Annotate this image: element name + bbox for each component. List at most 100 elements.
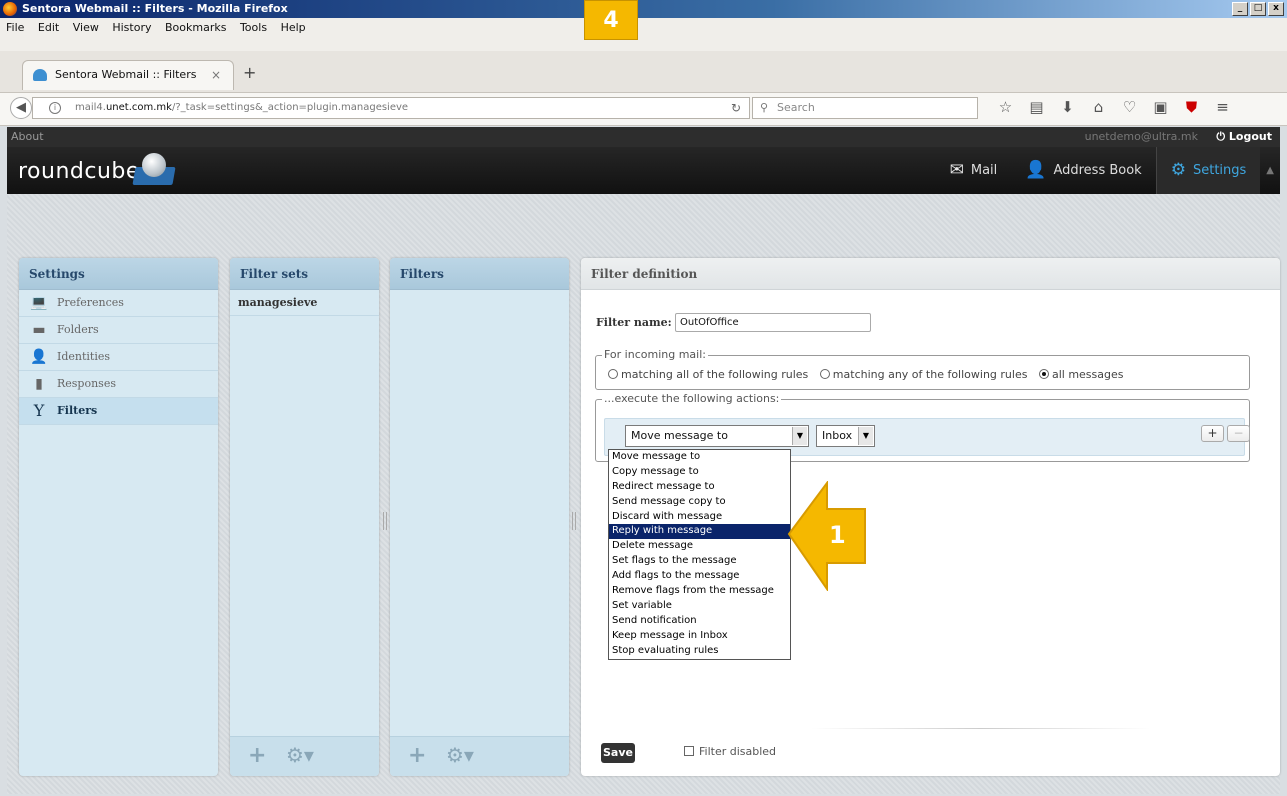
maximize-button[interactable]: □: [1250, 2, 1266, 16]
callout-arrow-icon: [787, 481, 866, 591]
settings-item-identities[interactable]: 👤 Identities: [19, 344, 218, 371]
back-button[interactable]: ◀: [10, 97, 32, 119]
roundcube-logo[interactable]: roundcube: [18, 159, 140, 184]
url-path: /?_task=settings&_action=plugin.managesi…: [171, 102, 409, 113]
settings-item-preferences[interactable]: 💻 Preferences: [19, 290, 218, 317]
settings-item-responses[interactable]: ▮ Responses: [19, 371, 218, 398]
step-badge: 4: [584, 0, 638, 40]
about-link[interactable]: About: [11, 130, 44, 143]
menu-tools[interactable]: Tools: [240, 21, 267, 34]
menu-icon[interactable]: ≡: [1207, 98, 1238, 116]
close-window-button[interactable]: x: [1268, 2, 1284, 16]
task-addressbook-label: Address Book: [1053, 163, 1142, 178]
dropdown-option[interactable]: Keep message in Inbox: [609, 629, 790, 644]
dropdown-option[interactable]: Delete message: [609, 539, 790, 554]
filter-definition-title: Filter definition: [581, 258, 1280, 290]
screenshot-icon[interactable]: ▣: [1145, 98, 1176, 116]
callout-number: 1: [829, 521, 846, 549]
taskbar-toggle[interactable]: ▲: [1260, 147, 1280, 194]
all-messages-label: all messages: [1051, 368, 1124, 381]
gear-icon: ⚙: [1170, 160, 1186, 180]
menubar: File Edit View History Bookmarks Tools H…: [0, 18, 1287, 51]
filter-icon: Y: [33, 401, 45, 420]
dropdown-option[interactable]: Remove flags from the message: [609, 584, 790, 599]
menu-bookmarks[interactable]: Bookmarks: [165, 21, 226, 34]
dropdown-option[interactable]: Stop evaluating rules: [609, 644, 790, 659]
radio-button-checked[interactable]: [1038, 369, 1049, 379]
filterset-item[interactable]: managesieve: [230, 290, 379, 316]
reload-icon[interactable]: ↻: [731, 98, 741, 118]
window-controls: _ □ x: [1232, 2, 1284, 16]
tab-close-icon[interactable]: ×: [211, 61, 221, 89]
menu-view[interactable]: View: [73, 21, 99, 34]
navigation-toolbar: ◀ i mail4.unet.com.mk/?_task=settings&_a…: [0, 93, 1287, 126]
star-icon[interactable]: ☆: [990, 98, 1021, 116]
chevron-down-icon[interactable]: ▼: [792, 427, 807, 445]
match-all-radio[interactable]: matching all of the following rules: [608, 368, 808, 381]
dropdown-option[interactable]: Copy message to: [609, 465, 790, 480]
match-any-radio[interactable]: matching any of the following rules: [819, 368, 1028, 381]
task-mail[interactable]: ✉ Mail: [936, 147, 1012, 194]
tab-title: Sentora Webmail :: Filters: [55, 68, 197, 81]
dropdown-option[interactable]: Add flags to the message: [609, 569, 790, 584]
filter-actions-gear-icon[interactable]: ⚙▾: [446, 743, 474, 767]
task-mail-label: Mail: [970, 163, 998, 178]
add-action-button[interactable]: +: [1201, 425, 1224, 442]
dropdown-option[interactable]: Set variable: [609, 599, 790, 614]
task-settings[interactable]: ⚙ Settings: [1155, 147, 1261, 194]
dropdown-option[interactable]: Move message to: [609, 450, 790, 465]
filterset-actions-gear-icon[interactable]: ⚙▾: [286, 743, 314, 767]
dropdown-option[interactable]: Discard with message: [609, 510, 790, 525]
download-icon[interactable]: ⬇: [1052, 98, 1083, 116]
settings-item-filters[interactable]: Y Filters: [19, 398, 218, 425]
dropdown-option-highlighted[interactable]: Reply with message: [609, 524, 790, 540]
search-input[interactable]: ⚲ Search: [752, 97, 978, 119]
settings-item-label: Filters: [57, 404, 98, 417]
action-select[interactable]: Move message to ▼: [625, 425, 809, 447]
radio-button[interactable]: [608, 369, 618, 379]
dropdown-option[interactable]: Send message copy to: [609, 495, 790, 510]
panel-splitter[interactable]: [383, 512, 387, 530]
radio-button[interactable]: [819, 369, 830, 379]
add-filter-button[interactable]: +: [408, 743, 426, 768]
home-icon[interactable]: ⌂: [1083, 98, 1114, 116]
filter-disabled-checkbox[interactable]: Filter disabled: [684, 745, 776, 758]
match-all-messages-radio[interactable]: all messages: [1038, 368, 1124, 381]
actions-legend: ...execute the following actions:: [602, 392, 782, 405]
new-tab-button[interactable]: +: [243, 63, 256, 82]
pocket-icon[interactable]: ♡: [1114, 98, 1145, 116]
info-icon[interactable]: i: [49, 102, 61, 114]
divider: [811, 728, 1151, 729]
filter-name-input[interactable]: OutOfOffice: [675, 313, 871, 332]
reading-list-icon[interactable]: ▤: [1021, 98, 1052, 116]
save-button[interactable]: Save: [601, 743, 635, 763]
menu-history[interactable]: History: [112, 21, 151, 34]
dropdown-option[interactable]: Send notification: [609, 614, 790, 629]
incoming-mail-fieldset: For incoming mail: matching all of the f…: [595, 348, 1250, 390]
menu-edit[interactable]: Edit: [38, 21, 59, 34]
menu-file[interactable]: File: [6, 21, 24, 34]
panel-splitter[interactable]: [572, 512, 576, 530]
checkbox[interactable]: [684, 746, 694, 756]
task-addressbook[interactable]: 👤 Address Book: [1011, 147, 1155, 194]
filtersets-footer: + ⚙▾: [230, 736, 379, 776]
username: unetdemo@ultra.mk: [1084, 130, 1198, 143]
filtersets-panel: Filter sets managesieve + ⚙▾: [230, 258, 379, 776]
match-any-label: matching any of the following rules: [832, 368, 1028, 381]
logout-button[interactable]: ⏻ Logout: [1216, 127, 1272, 147]
add-filterset-button[interactable]: +: [248, 743, 266, 768]
browser-tab[interactable]: Sentora Webmail :: Filters ×: [22, 60, 234, 90]
url-bar[interactable]: i mail4.unet.com.mk/?_task=settings&_act…: [32, 97, 750, 119]
dropdown-option[interactable]: Set flags to the message: [609, 554, 790, 569]
search-placeholder: Search: [777, 101, 815, 114]
taskbar: ✉ Mail 👤 Address Book ⚙ Settings ▲: [936, 147, 1280, 194]
power-icon: ⏻: [1216, 130, 1229, 143]
menu-help[interactable]: Help: [281, 21, 306, 34]
settings-item-folders[interactable]: ▬ Folders: [19, 317, 218, 344]
minimize-button[interactable]: _: [1232, 2, 1248, 16]
chevron-down-icon[interactable]: ▼: [858, 427, 873, 445]
remove-action-button[interactable]: −: [1227, 425, 1250, 442]
folder-select[interactable]: Inbox ▼: [816, 425, 875, 447]
ublock-icon[interactable]: ⛊: [1176, 98, 1207, 116]
dropdown-option[interactable]: Redirect message to: [609, 480, 790, 495]
